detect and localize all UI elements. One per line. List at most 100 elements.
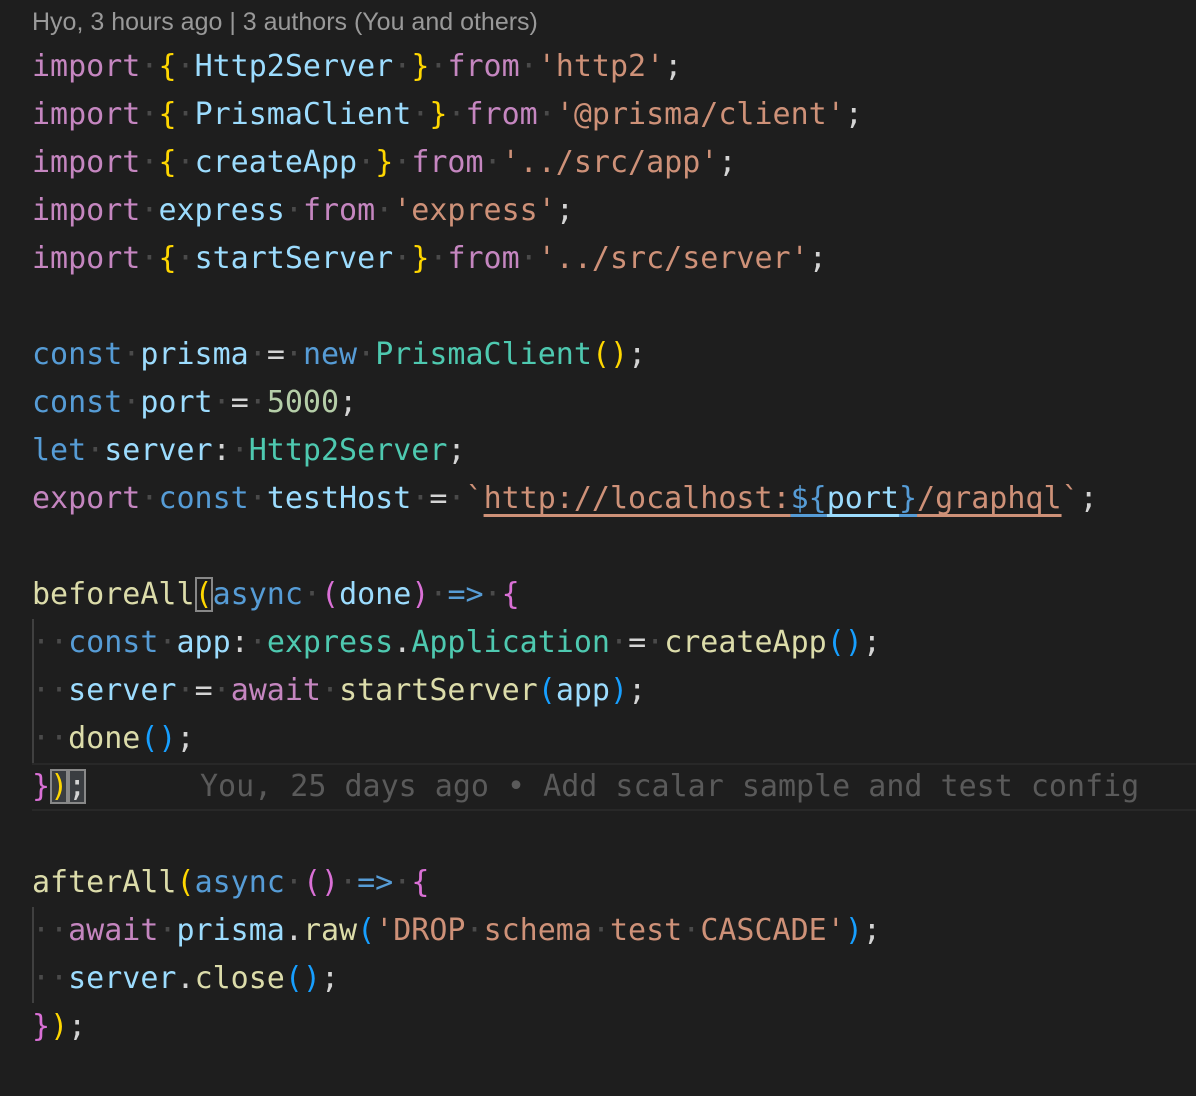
code-line[interactable]: ··server.close(); [32, 955, 1196, 1003]
code-token: startServer [194, 241, 394, 276]
code-token: · [339, 865, 358, 900]
code-token: () [284, 961, 321, 996]
code-line[interactable]: }); [32, 1003, 1196, 1051]
code-token: · [519, 241, 538, 276]
code-token: () [302, 865, 340, 900]
code-token: · [483, 145, 502, 180]
code-token: · [122, 385, 141, 420]
code-token: { [158, 145, 177, 180]
code-token: · [230, 433, 249, 468]
code-line[interactable] [32, 523, 1196, 571]
code-token: testHost [266, 481, 412, 516]
code-token: express [158, 193, 285, 228]
code-line[interactable]: import·express·from·'express'; [32, 187, 1196, 235]
code-token: · [465, 913, 484, 948]
code-token: ; [68, 1009, 87, 1044]
code-line[interactable]: ··await·prisma.raw('DROP·schema·test·CAS… [32, 907, 1196, 955]
code-token: = [194, 673, 213, 708]
code-line[interactable]: ··const·app:·express.Application·=·creat… [32, 619, 1196, 667]
code-token: { [158, 97, 177, 132]
code-token: () [140, 721, 177, 756]
code-token: http://localhost: [483, 481, 791, 516]
code-token: const [32, 337, 123, 372]
code-token: prisma [176, 913, 285, 948]
code-line[interactable] [32, 811, 1196, 859]
code-token: from [447, 241, 520, 276]
code-token: · [122, 337, 141, 372]
code-token: import [32, 145, 141, 180]
code-line[interactable]: let·server:·Http2Server; [32, 427, 1196, 475]
code-token: ·· [32, 625, 69, 660]
code-token: import [32, 241, 141, 276]
code-token: new [302, 337, 358, 372]
code-token: => [447, 577, 484, 612]
code-token: ; [176, 721, 195, 756]
code-token: · [140, 241, 159, 276]
code-token: · [158, 913, 177, 948]
code-line[interactable]: }); You, 25 days ago • Add scalar sample … [32, 763, 1196, 811]
code-token: · [140, 49, 159, 84]
code-token: . [284, 913, 303, 948]
code-token: PrismaClient [194, 97, 412, 132]
code-token: done [339, 577, 412, 612]
code-token: 'DROP [375, 913, 466, 948]
code-token: /graphql [917, 481, 1062, 516]
code-token: schema [483, 913, 592, 948]
code-token: '../src/app' [501, 145, 719, 180]
code-token: ·· [32, 673, 69, 708]
code-token: ` [1061, 481, 1080, 516]
code-token: ( [357, 913, 376, 948]
code-line[interactable]: beforeAll(async·(done)·=>·{ [32, 571, 1196, 619]
code-token: port [140, 385, 213, 420]
code-token: · [357, 337, 376, 372]
code-token: ·· [32, 721, 69, 756]
code-token: : [212, 433, 231, 468]
code-token: const [32, 385, 123, 420]
code-line[interactable]: import·{·createApp·}·from·'../src/app'; [32, 139, 1196, 187]
code-token: const [68, 625, 159, 660]
code-token: { [158, 49, 177, 84]
code-line[interactable]: export·const·testHost·=·`http://localhos… [32, 475, 1196, 523]
code-token: { [411, 865, 430, 900]
code-token: ( [194, 577, 213, 612]
code-token: · [248, 481, 267, 516]
code-line[interactable]: import·{·Http2Server·}·from·'http2'; [32, 43, 1196, 91]
code-token: Http2Server [248, 433, 448, 468]
code-line[interactable]: ··server·=·await·startServer(app); [32, 667, 1196, 715]
code-token: test [610, 913, 683, 948]
code-line[interactable]: ··done(); [32, 715, 1196, 763]
code-line[interactable] [32, 283, 1196, 331]
code-line[interactable]: afterAll(async·()·=>·{ [32, 859, 1196, 907]
code-token: const [158, 481, 249, 516]
code-token: = [628, 625, 647, 660]
code-token: · [411, 481, 430, 516]
code-line[interactable]: import·{·PrismaClient·}·from·'@prisma/cl… [32, 91, 1196, 139]
code-token: · [284, 865, 303, 900]
code-lines[interactable]: import·{·Http2Server·}·from·'http2'; impo… [32, 43, 1196, 1051]
code-token: · [519, 49, 538, 84]
code-token: · [483, 577, 502, 612]
code-token: · [646, 625, 665, 660]
git-blame-codelens[interactable]: Hyo, 3 hours ago | 3 authors (You and ot… [32, 4, 538, 40]
code-token: · [610, 625, 629, 660]
code-token: } [32, 769, 51, 804]
code-line[interactable]: const·port·=·5000; [32, 379, 1196, 427]
code-line[interactable]: const·prisma·=·new·PrismaClient(); [32, 331, 1196, 379]
code-token: · [176, 145, 195, 180]
code-token: } [429, 97, 448, 132]
code-token: from [447, 49, 520, 84]
code-token: · [140, 145, 159, 180]
code-token: ; [447, 433, 466, 468]
code-token: · [302, 577, 321, 612]
code-token: · [86, 433, 105, 468]
code-token: ${ [790, 481, 827, 516]
code-token: · [158, 625, 177, 660]
code-token: ; [555, 193, 574, 228]
code-line[interactable]: import·{·startServer·}·from·'../src/serv… [32, 235, 1196, 283]
code-token: raw [302, 913, 358, 948]
code-token: ; [862, 913, 881, 948]
code-token: · [375, 193, 394, 228]
code-token: · [248, 385, 267, 420]
code-token: · [140, 193, 159, 228]
code-editor[interactable]: Hyo, 3 hours ago | 3 authors (You and ot… [0, 0, 1196, 1096]
